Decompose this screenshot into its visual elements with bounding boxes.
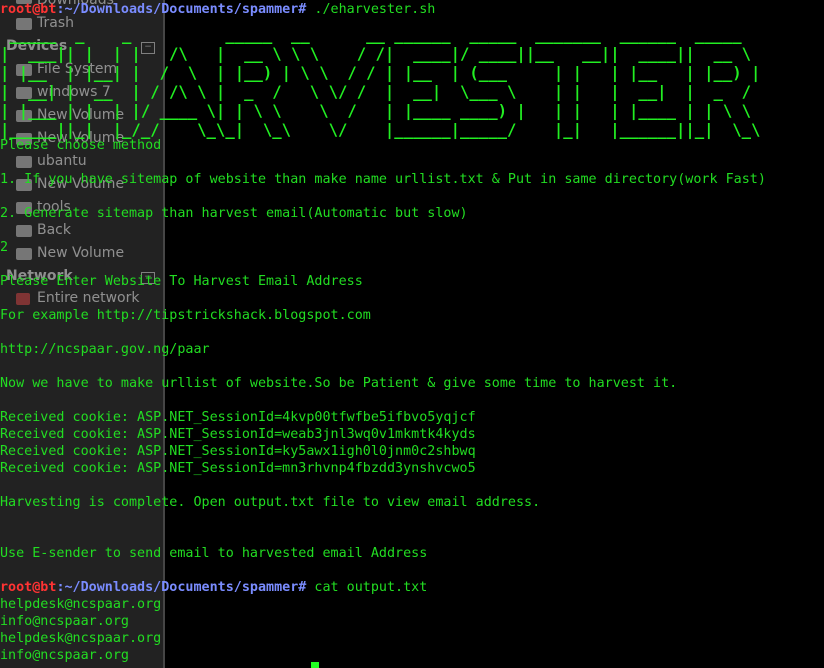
output-line: Use E-sender to send email to harvested … xyxy=(0,546,428,561)
email-line: helpdesk@ncspaar.org xyxy=(0,631,162,646)
banner-line: | |__ | |__| | / \ | |__) | \ \ / / | |_… xyxy=(0,64,761,82)
screen: Downloads Trash Devices − File System wi… xyxy=(0,0,824,668)
banner-line: _____ _ _ _____ __ __ ______ _____ _____… xyxy=(0,26,742,44)
output-line: Now we have to make urllist of website.S… xyxy=(0,376,678,391)
prompt-user: root@bt xyxy=(0,2,57,17)
command-text: ./eharvester.sh xyxy=(314,2,436,17)
cursor-block xyxy=(311,662,319,668)
output-line: Please Enter Website To Harvest Email Ad… xyxy=(0,274,363,289)
output-line: For example http://tipstrickshack.blogsp… xyxy=(0,308,371,323)
prompt-symbol: # xyxy=(298,580,315,595)
command-text: cat output.txt xyxy=(314,580,428,595)
cookie-line: Received cookie: ASP.NET_SessionId=ky5aw… xyxy=(0,444,476,459)
output-line: Please choose method xyxy=(0,138,162,153)
prompt-path: :~/Downloads/Documents/spammer xyxy=(56,580,299,595)
banner-line: | ___|| | | | /\ | __ \ \ \ / /| ____|/ … xyxy=(0,45,752,63)
user-input-line: http://ncspaar.gov.ng/paar xyxy=(0,342,210,357)
output-line: Harvesting is complete. Open output.txt … xyxy=(0,495,541,510)
output-line: 2. Generate sitemap than harvest email(A… xyxy=(0,206,468,221)
email-line: info@ncspaar.org xyxy=(0,648,129,663)
banner-line: | |___ | | | |/ ____ \| | \ \ \ / | |___… xyxy=(0,102,752,120)
user-input-line: 2 xyxy=(0,240,9,255)
banner-line: | __| | __ | / /\ \ | _ / \ \/ / | __| \… xyxy=(0,83,752,101)
ascii-banner: _____ _ _ _____ __ __ ______ _____ _____… xyxy=(0,26,760,140)
email-line: info@ncspaar.org xyxy=(0,614,129,629)
terminal[interactable]: root@bt:~/Downloads/Documents/spammer# .… xyxy=(0,0,824,668)
terminal-cursor xyxy=(311,662,319,668)
prompt-path: :~/Downloads/Documents/spammer xyxy=(56,2,299,17)
cookie-line: Received cookie: ASP.NET_SessionId=4kvp0… xyxy=(0,410,476,425)
output-line: 1. If you have sitemap of website than m… xyxy=(0,172,766,187)
cookie-line: Received cookie: ASP.NET_SessionId=mn3rh… xyxy=(0,461,476,476)
prompt-line: root@bt:~/Downloads/Documents/spammer# .… xyxy=(0,1,435,18)
prompt-user: root@bt xyxy=(0,580,57,595)
prompt-symbol: # xyxy=(298,2,315,17)
email-line: helpdesk@ncspaar.org xyxy=(0,597,162,612)
cookie-line: Received cookie: ASP.NET_SessionId=weab3… xyxy=(0,427,476,442)
prompt-line: root@bt:~/Downloads/Documents/spammer# c… xyxy=(0,579,427,596)
